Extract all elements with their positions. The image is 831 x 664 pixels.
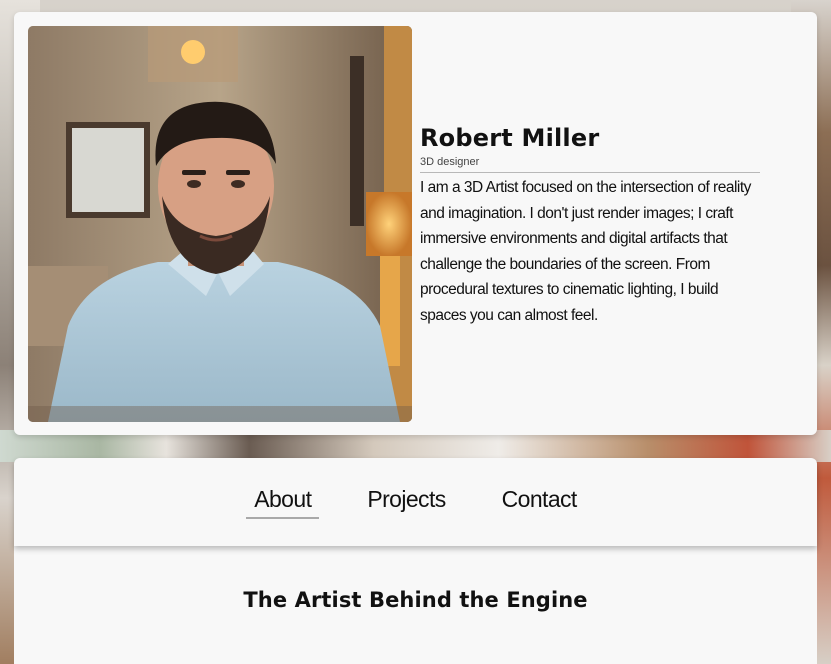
- profile-role: 3D designer: [420, 156, 760, 173]
- about-section: The Artist Behind the Engine: [14, 546, 817, 664]
- profile-card: Robert Miller 3D designer I am a 3D Arti…: [14, 12, 817, 435]
- nav-item-about[interactable]: About: [246, 484, 320, 519]
- profile-photo: [28, 26, 412, 422]
- section-title: The Artist Behind the Engine: [243, 588, 588, 612]
- navigation-bar: About Projects Contact: [14, 458, 817, 546]
- nav-menu: About Projects Contact: [14, 484, 817, 519]
- profile-info: Robert Miller 3D designer I am a 3D Arti…: [420, 124, 760, 328]
- nav-item-contact[interactable]: Contact: [494, 484, 585, 519]
- profile-bio: I am a 3D Artist focused on the intersec…: [420, 179, 751, 324]
- nav-item-projects[interactable]: Projects: [359, 484, 453, 519]
- profile-name: Robert Miller: [420, 124, 600, 152]
- portrait-icon: [28, 26, 412, 422]
